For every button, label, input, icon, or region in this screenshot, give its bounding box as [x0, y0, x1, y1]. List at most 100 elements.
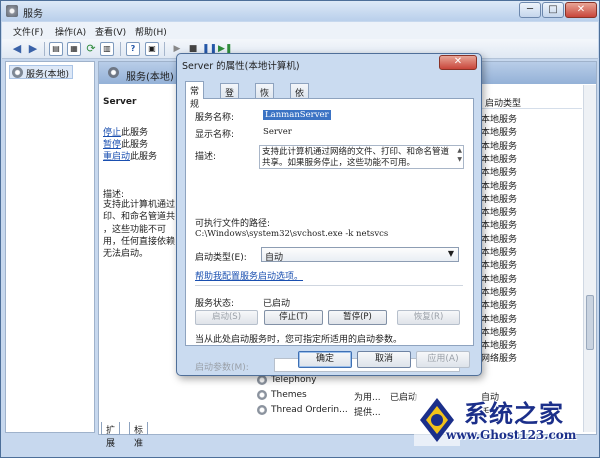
service-gear-icon [257, 405, 267, 415]
pane-title: 服务(本地) [126, 72, 174, 83]
scroll-arrows-icon[interactable]: ▲ ▼ [457, 146, 462, 164]
watermark-title: 系统之家 [464, 399, 564, 428]
services-gear-icon [6, 5, 18, 17]
path-value: C:\Windows\system32\svchost.exe -k netsv… [195, 229, 389, 239]
service-name-value[interactable]: LanmanServer [263, 110, 331, 120]
services-gear-icon [108, 67, 119, 78]
console-icon[interactable]: ▣ [145, 42, 159, 56]
description-line: 印、和命名管道共 [103, 212, 176, 223]
path-label: 可执行文件的路径: [195, 219, 271, 229]
logon-as-cell: 本地服务 [481, 128, 518, 139]
logon-as-cell: 本地服务 [481, 327, 518, 338]
tree-item-services-local[interactable]: 服务(本地) [9, 65, 74, 80]
show-hide-tree-icon[interactable]: ▤ [49, 42, 63, 56]
logon-as-cell: 本地服务 [481, 154, 518, 165]
cancel-button[interactable]: 取消 [357, 351, 411, 368]
refresh-icon[interactable]: ⟳ [84, 42, 98, 56]
chevron-down-icon: ▼ [447, 249, 454, 258]
title-bar[interactable]: 服务 ─ □ ✕ [1, 1, 599, 21]
menu-file[interactable]: 文件(F) [13, 25, 43, 38]
dialog-close-button[interactable]: ✕ [439, 55, 477, 70]
service-gear-icon [257, 375, 267, 385]
tab-dependencies[interactable]: 依存关系 [290, 83, 310, 138]
tab-general[interactable]: 常规 [185, 81, 205, 110]
properties-sheet-icon[interactable]: ▦ [67, 42, 81, 56]
description-line: 支持此计算机通过 [103, 200, 176, 210]
tree-item-label: 服务(本地) [26, 70, 70, 80]
divider [195, 285, 463, 286]
description-label: 描述: [195, 152, 217, 162]
general-panel: 服务名称: LanmanServer 显示名称: Server 描述: 支持此计… [185, 98, 474, 373]
scrollbar-thumb[interactable] [586, 295, 594, 350]
service-name-heading: Server [103, 97, 137, 107]
ok-button[interactable]: 确定 [298, 351, 352, 368]
link-suffix: 此服务 [130, 152, 158, 162]
help-icon[interactable]: ? [126, 42, 140, 56]
table-row[interactable]: Telephony [257, 374, 587, 388]
description-text: 支持此计算机通过 印、和命名管道共 ，这些功能不可 用，任何直接依赖 无法启动。 [103, 199, 183, 260]
row-name: Telephony [271, 375, 317, 385]
startup-type-label: 启动类型(E): [195, 253, 247, 263]
description-line: 用，任何直接依赖 [103, 236, 176, 247]
dialog-title: Server 的属性(本地计算机) [182, 61, 300, 72]
export-list-icon[interactable]: ▥ [100, 42, 114, 56]
display-name-field[interactable]: Server [263, 127, 292, 137]
logon-as-cell: 本地服务 [481, 194, 518, 205]
watermark-url: www.Ghost123.com [446, 428, 577, 442]
description-line: 无法启动。 [103, 249, 149, 260]
logon-as-cell: 本地服务 [481, 274, 518, 285]
stop-button[interactable]: 停止(T) [264, 310, 323, 325]
start-params-hint: 当从此处启动服务时，您可指定所适用的启动参数。 [195, 335, 403, 345]
tab-recovery[interactable]: 恢复 [255, 83, 275, 112]
service-status-value: 已启动 [263, 299, 291, 309]
restart-service-link-row: 重启动此服务 [103, 149, 157, 162]
forward-arrow-icon[interactable]: ▶ [26, 42, 40, 56]
minimize-button[interactable]: ─ [519, 2, 541, 18]
menu-help[interactable]: 帮助(H) [135, 25, 167, 38]
description-text: 支持此计算机通过网络的文件、打印、和命名管道共享。如果服务停止，这些功能不可用。 [262, 147, 450, 168]
logon-as-cell: 本地服务 [481, 168, 518, 179]
display-name-label: 显示名称: [195, 130, 235, 140]
row-name: Themes [271, 390, 307, 400]
vertical-scrollbar[interactable] [583, 85, 596, 432]
logon-as-cell: 本地服务 [481, 181, 518, 192]
startup-type-value: 自动 [265, 253, 284, 263]
menu-action[interactable]: 操作(A) [55, 25, 86, 38]
start-button[interactable]: 启动(S) [195, 310, 258, 325]
watermark: 系统之家 www.Ghost123.com [406, 390, 600, 458]
startup-type-select[interactable]: 自动 ▼ [261, 247, 459, 263]
description-line: ，这些功能不可 [103, 224, 167, 235]
help-configure-link[interactable]: 帮助我配置服务启动选项。 [195, 269, 303, 282]
apply-button[interactable]: 应用(A) [416, 351, 470, 368]
tab-standard[interactable]: 标准 [129, 422, 149, 449]
logon-as-cell: 本地服务 [481, 208, 518, 219]
logon-as-cell: 本地服务 [481, 301, 518, 312]
tab-logon[interactable]: 登录 [220, 83, 240, 112]
pause-button[interactable]: 暂停(P) [328, 310, 387, 325]
services-gear-icon [12, 67, 23, 78]
logon-as-cell: 网络服务 [481, 354, 518, 365]
column-header-label: 启动类型 [485, 99, 522, 109]
toolbar-separator [120, 42, 121, 56]
properties-dialog: Server 的属性(本地计算机) ✕ 常规 登录 恢复 依存关系 服务名称: … [176, 53, 482, 376]
maximize-button[interactable]: □ [542, 2, 564, 18]
logon-as-cell: 本地服务 [481, 261, 518, 272]
menu-view[interactable]: 查看(V) [95, 25, 126, 38]
close-button[interactable]: ✕ [565, 2, 597, 18]
restart-service-link[interactable]: 重启动 [103, 152, 130, 162]
logon-as-cell: 本地服务 [481, 314, 518, 325]
logon-as-cell: 本地服务 [481, 248, 518, 258]
menu-bar: 文件(F) 操作(A) 查看(V) 帮助(H) [2, 22, 598, 39]
resume-button[interactable]: 恢复(R) [397, 310, 460, 325]
logon-as-cell: 本地服务 [481, 287, 518, 298]
tab-extended[interactable]: 扩展 [101, 422, 121, 449]
back-arrow-icon[interactable]: ◀ [10, 42, 24, 56]
start-params-label: 启动参数(M): [195, 363, 249, 373]
row-name: Thread Orderin... [271, 405, 348, 415]
window-title: 服务 [23, 9, 43, 20]
row-description: 提供... [354, 408, 381, 418]
column-header-logon[interactable]: 启动类型 [477, 95, 582, 109]
logon-as-cell: 本地服务 [481, 141, 518, 152]
description-field[interactable]: 支持此计算机通过网络的文件、打印、和命名管道共享。如果服务停止，这些功能不可用。… [259, 145, 464, 169]
logon-as-cell: 本地服务 [481, 221, 518, 232]
